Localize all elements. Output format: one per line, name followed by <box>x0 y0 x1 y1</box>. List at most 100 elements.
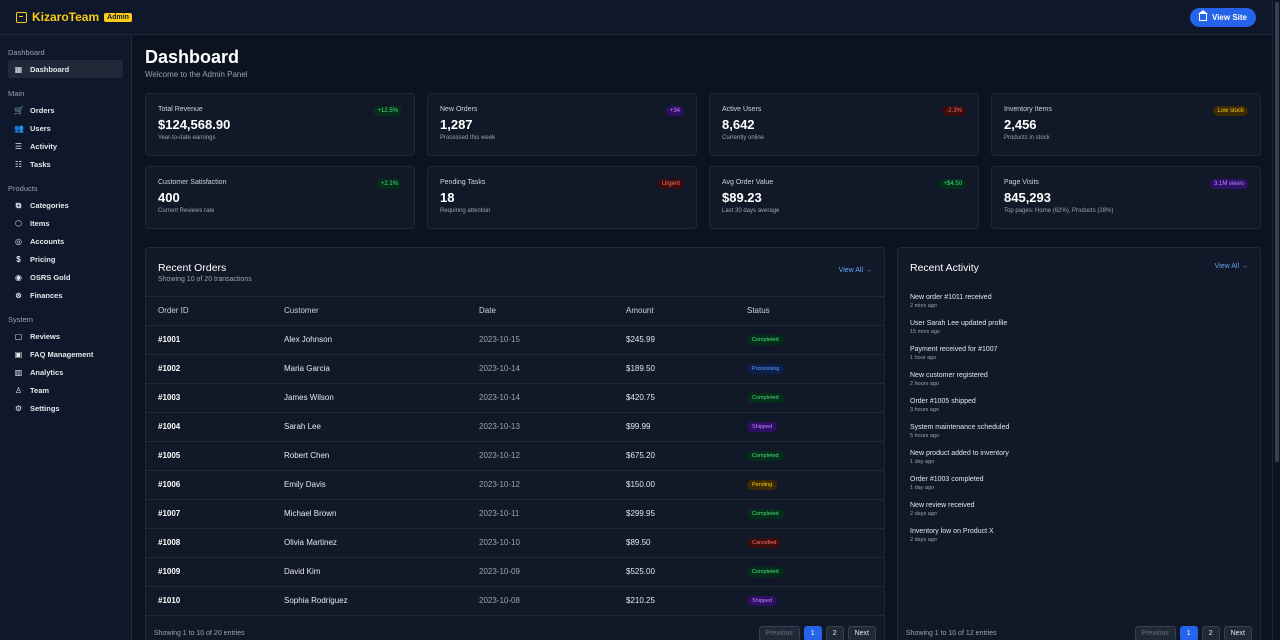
activity-title: Recent Activity <box>910 262 979 274</box>
sidebar-item-pricing[interactable]: $ Pricing <box>0 250 131 268</box>
stat-value: 1,287 <box>440 117 473 132</box>
activity-time: 1 day ago <box>910 459 935 465</box>
stat-subtext: Currently online <box>722 135 765 141</box>
order-status-cell: Cancelled <box>735 528 884 558</box>
column-header[interactable]: Customer <box>272 297 467 326</box>
box-icon: ⬡ <box>15 218 22 228</box>
table-row[interactable]: #1007 Michael Brown 2023-10-11 $299.95 C… <box>146 499 884 529</box>
sidebar-item-items[interactable]: ⬡ Items <box>0 214 131 232</box>
view-site-button[interactable]: View Site <box>1190 7 1256 27</box>
orders-page-2-button[interactable]: 2 <box>825 625 844 640</box>
order-id[interactable]: #1010 <box>146 586 272 616</box>
table-row[interactable]: #1010 Sophia Rodriguez 2023-10-08 $210.2… <box>146 586 884 616</box>
orders-view-all-link[interactable]: View All → <box>839 267 872 274</box>
sidebar-item-accounts[interactable]: ◎ Accounts <box>0 232 131 250</box>
scrollbar-thumb[interactable] <box>1275 2 1279 462</box>
sidebar: Dashboard ▦ Dashboard Main 🛒 Orders 👥 Users ☰ Act… <box>0 35 132 640</box>
orders-prev-button[interactable]: Previous <box>758 625 800 640</box>
activity-item: Order #1003 completed 1 day ago <box>910 476 1248 502</box>
chart-icon: ▥ <box>14 367 23 377</box>
order-id[interactable]: #1006 <box>146 470 272 500</box>
home-icon <box>1198 9 1209 21</box>
cart-icon: 🛒 <box>14 105 24 115</box>
table-row[interactable]: #1003 James Wilson 2023-10-14 $420.75 Co… <box>146 383 884 413</box>
table-row[interactable]: #1008 Olivia Martinez 2023-10-10 $89.50 … <box>146 528 884 558</box>
stat-badge: +$4.50 <box>939 179 966 189</box>
sidebar-item-label: OSRS Gold <box>30 272 71 282</box>
sidebar-item-label: Reviews <box>30 331 61 341</box>
table-row[interactable]: #1005 Robert Chen 2023-10-12 $675.20 Com… <box>146 441 884 471</box>
activity-page-2-button[interactable]: 2 <box>1201 625 1220 640</box>
activity-time: 15 mins ago <box>910 329 940 335</box>
sidebar-item-users[interactable]: 👥 Users <box>0 119 131 137</box>
sidebar-item-reviews[interactable]: ▢ Reviews <box>0 327 131 345</box>
table-row[interactable]: #1009 David Kim 2023-10-09 $525.00 Compl… <box>146 557 884 587</box>
order-status-cell: Pending <box>735 470 884 500</box>
sidebar-item-settings[interactable]: ⚙ Settings <box>0 399 131 417</box>
order-id[interactable]: #1001 <box>146 325 272 355</box>
sidebar-item-osrs-gold[interactable]: ◉ OSRS Gold <box>0 268 131 286</box>
sidebar-item-dashboard[interactable]: ▦ Dashboard <box>8 60 123 78</box>
account-icon: ◎ <box>15 236 22 246</box>
table-row[interactable]: #1002 Maria Garcia 2023-10-14 $189.50 Pr… <box>146 354 884 384</box>
activity-prev-button[interactable]: Previous <box>1134 625 1176 640</box>
categories-icon: ⧉ <box>15 200 22 210</box>
order-id[interactable]: #1008 <box>146 528 272 558</box>
activity-view-all-link[interactable]: View All → <box>1215 263 1248 270</box>
order-id[interactable]: #1007 <box>146 499 272 529</box>
orders-table-header: Order ID Customer Date Amount Status <box>146 297 884 326</box>
logo-icon <box>16 11 27 23</box>
column-header[interactable]: Order ID <box>146 297 272 326</box>
order-customer: Alex Johnson <box>272 325 467 355</box>
order-date: 2023-10-09 <box>467 557 614 587</box>
stat-label: Avg Order Value <box>722 179 774 186</box>
activity-time: 2 hours ago <box>910 381 940 387</box>
sidebar-item-team[interactable]: ♙ Team <box>0 381 131 399</box>
stat-badge: Urgent <box>657 179 684 189</box>
orders-next-button[interactable]: Next <box>847 625 876 640</box>
brand[interactable]: KizaroTeam Admin <box>16 10 132 24</box>
stat-card: Pending Tasks 18 Requiring attention Urg… <box>427 166 697 229</box>
activity-icon: ☰ <box>14 141 23 151</box>
gear-icon: ⚙ <box>14 403 23 413</box>
stat-value: 8,642 <box>722 117 755 132</box>
table-row[interactable]: #1004 Sarah Lee 2023-10-13 $99.99 Shippe… <box>146 412 884 442</box>
order-date: 2023-10-11 <box>467 499 614 529</box>
order-amount: $299.95 <box>614 499 735 529</box>
sidebar-item-label: Users <box>30 123 51 133</box>
order-status-cell: Completed <box>735 383 884 413</box>
column-header[interactable]: Date <box>467 297 614 326</box>
sidebar-item-faq-management[interactable]: ▣ FAQ Management <box>0 345 131 363</box>
table-row[interactable]: #1006 Emily Davis 2023-10-12 $150.00 Pen… <box>146 470 884 500</box>
order-id[interactable]: #1004 <box>146 412 272 442</box>
order-id[interactable]: #1005 <box>146 441 272 471</box>
activity-item: New customer registered 2 hours ago <box>910 372 1248 398</box>
activity-page-1-button[interactable]: 1 <box>1179 625 1198 640</box>
sidebar-item-tasks[interactable]: ☷ Tasks <box>0 155 131 173</box>
order-id[interactable]: #1003 <box>146 383 272 413</box>
order-id[interactable]: #1002 <box>146 354 272 384</box>
activity-next-button[interactable]: Next <box>1223 625 1252 640</box>
table-row[interactable]: #1001 Alex Johnson 2023-10-15 $245.99 Co… <box>146 325 884 355</box>
stat-card: Avg Order Value $89.23 Last 30 days aver… <box>709 166 979 229</box>
tasks-icon: ☷ <box>14 159 23 169</box>
page-scrollbar[interactable] <box>1272 0 1280 640</box>
sidebar-item-finances[interactable]: ⊗ Finances <box>0 286 131 304</box>
stat-card: Customer Satisfaction 400 Current Review… <box>145 166 415 229</box>
order-customer: Emily Davis <box>272 470 467 500</box>
order-date: 2023-10-12 <box>467 470 614 500</box>
sidebar-item-label: Categories <box>30 200 69 210</box>
sidebar-item-analytics[interactable]: ▥ Analytics <box>0 363 131 381</box>
column-header[interactable]: Amount <box>614 297 735 326</box>
stat-card: New Orders 1,287 Processed this week +34 <box>427 93 697 156</box>
stat-card: Page Visits 845,293 Top pages: Home (62%… <box>991 166 1261 229</box>
faq-icon: ▣ <box>14 349 23 359</box>
sidebar-item-orders[interactable]: 🛒 Orders <box>0 101 131 119</box>
orders-page-1-button[interactable]: 1 <box>803 625 822 640</box>
sidebar-item-activity[interactable]: ☰ Activity <box>0 137 131 155</box>
order-id[interactable]: #1009 <box>146 557 272 587</box>
sidebar-item-categories[interactable]: ⧉ Categories <box>0 196 131 214</box>
status-badge: Completed <box>747 567 784 577</box>
column-header[interactable]: Status <box>735 297 884 326</box>
stat-subtext: Top pages: Home (62%), Products (28%) <box>1004 208 1114 214</box>
